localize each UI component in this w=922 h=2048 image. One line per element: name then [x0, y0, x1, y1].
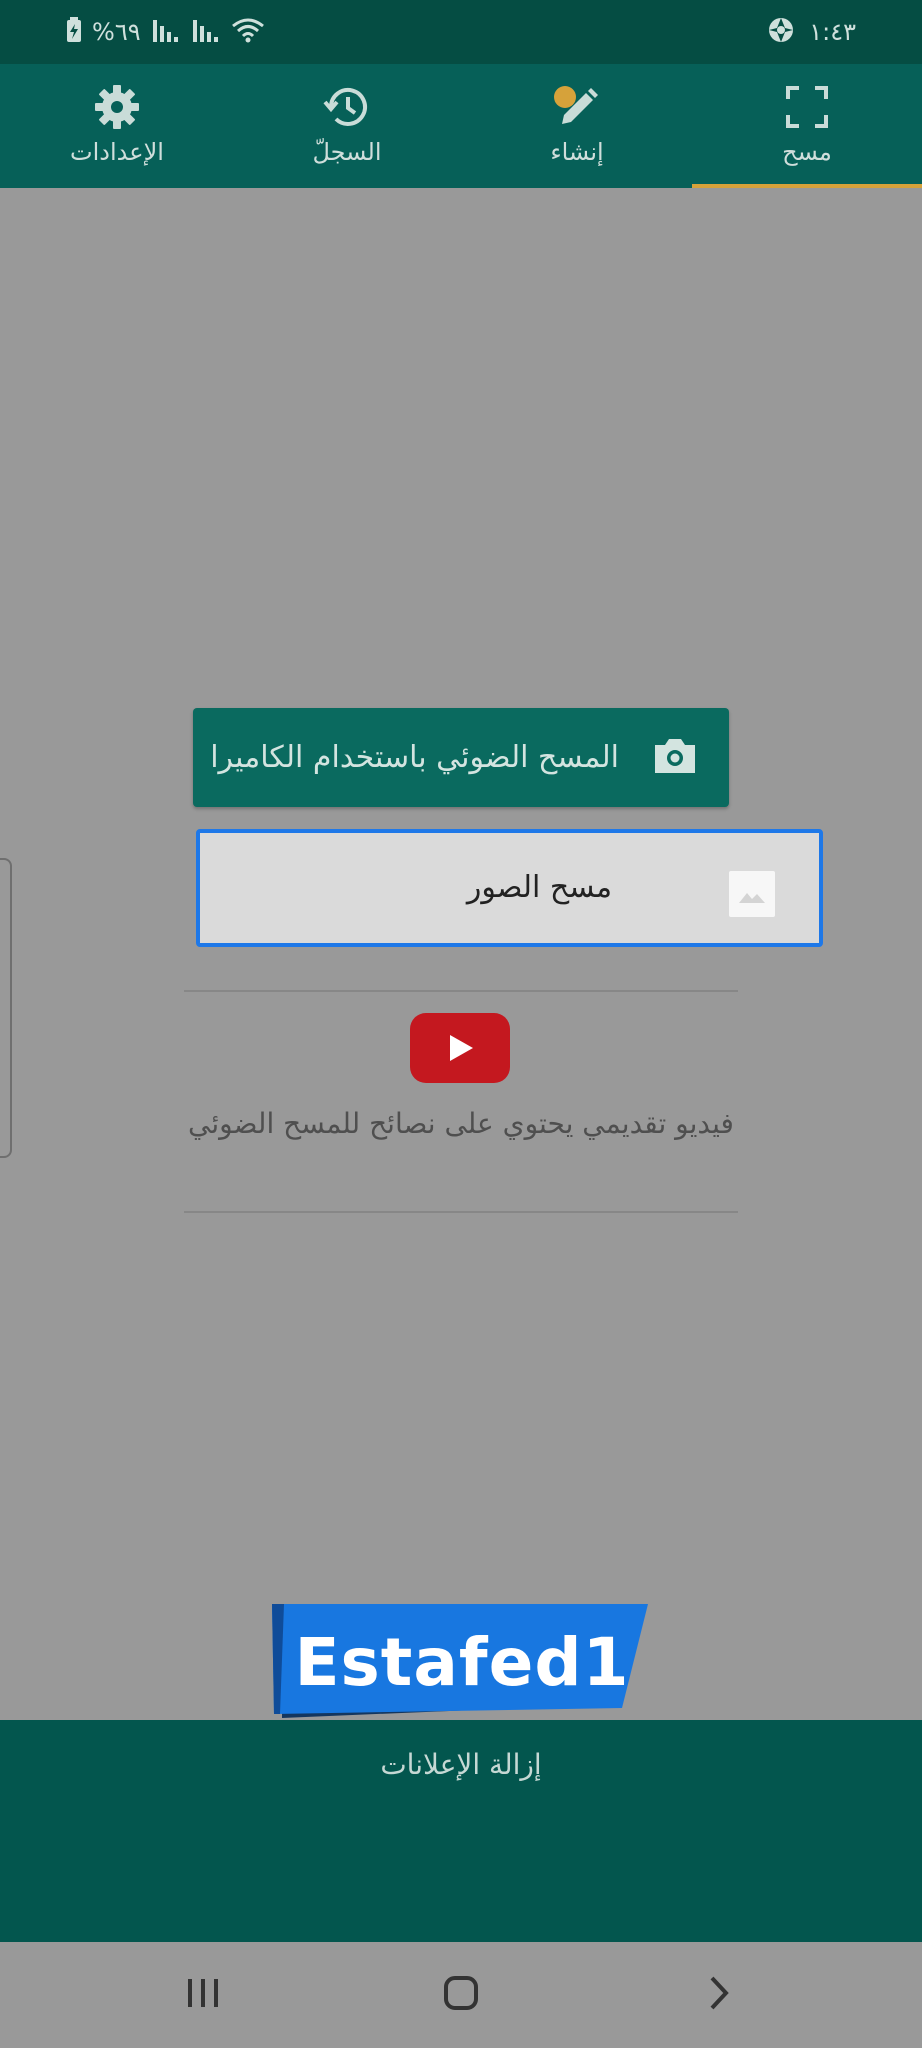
- back-button[interactable]: [689, 1970, 749, 2020]
- status-left-group: %٦٩: [66, 14, 265, 50]
- youtube-play-icon[interactable]: [410, 1013, 510, 1083]
- gear-icon: [94, 82, 140, 132]
- watermark-text: Estafed1: [294, 1624, 630, 1701]
- home-icon: [443, 1975, 479, 2015]
- clock: ١:٤٣: [809, 18, 856, 46]
- tab-scan[interactable]: مسح: [692, 64, 922, 188]
- battery-charging-icon: [66, 17, 82, 47]
- recent-apps-button[interactable]: [173, 1970, 233, 2020]
- tab-settings[interactable]: الإعدادات: [2, 64, 232, 188]
- system-nav-bar: [0, 1942, 922, 2048]
- tab-bar: مسح إنشاء السجلّ الإعدادات: [0, 64, 922, 188]
- history-icon: [323, 82, 371, 132]
- watermark-logo: Estafed1: [272, 1604, 654, 1722]
- tab-history[interactable]: السجلّ: [232, 64, 462, 188]
- signal-strength-icon-2: [191, 16, 221, 48]
- wifi-icon: [231, 16, 265, 48]
- tab-create[interactable]: إنشاء: [462, 64, 692, 188]
- home-button[interactable]: [431, 1970, 491, 2020]
- divider-bottom: [184, 1211, 738, 1213]
- side-drawer-handle[interactable]: [0, 858, 12, 1158]
- tab-settings-label: الإعدادات: [70, 138, 164, 166]
- tab-create-label: إنشاء: [550, 138, 604, 166]
- pencil-icon: [552, 82, 602, 132]
- status-right-group: ١:٤٣: [767, 14, 856, 50]
- scan-with-camera-label: المسح الضوئي باستخدام الكاميرا: [210, 740, 619, 775]
- intro-video-text[interactable]: فيديو تقديمي يحتوي على نصائح للمسح الضوئ…: [184, 1102, 738, 1146]
- battery-percentage: %٦٩: [92, 18, 141, 46]
- app-screen: %٦٩ ١:٤٣ مسح إنشاء السجلّ الإعدادات المس…: [0, 0, 922, 2048]
- tab-history-label: السجلّ: [312, 138, 382, 166]
- scan-panel: المسح الضوئي باستخدام الكاميرا مسح الصور…: [0, 188, 922, 1720]
- scan-images-button[interactable]: مسح الصور: [196, 829, 823, 947]
- camera-icon: [651, 735, 699, 781]
- divider-top: [184, 990, 738, 992]
- ad-bar: إزالة الإعلانات: [0, 1720, 922, 1942]
- remove-ads-link[interactable]: إزالة الإعلانات: [0, 1748, 922, 1781]
- signal-strength-icon: [151, 16, 181, 48]
- scan-frame-icon: [785, 82, 829, 132]
- tab-scan-label: مسح: [782, 138, 832, 166]
- recent-apps-icon: [186, 1977, 220, 2013]
- back-chevron-icon: [707, 1975, 731, 2015]
- aperture-icon: [767, 16, 795, 48]
- scan-with-camera-button[interactable]: المسح الضوئي باستخدام الكاميرا: [193, 708, 729, 807]
- status-bar: %٦٩ ١:٤٣: [0, 0, 922, 64]
- scan-images-label: مسح الصور: [466, 870, 613, 905]
